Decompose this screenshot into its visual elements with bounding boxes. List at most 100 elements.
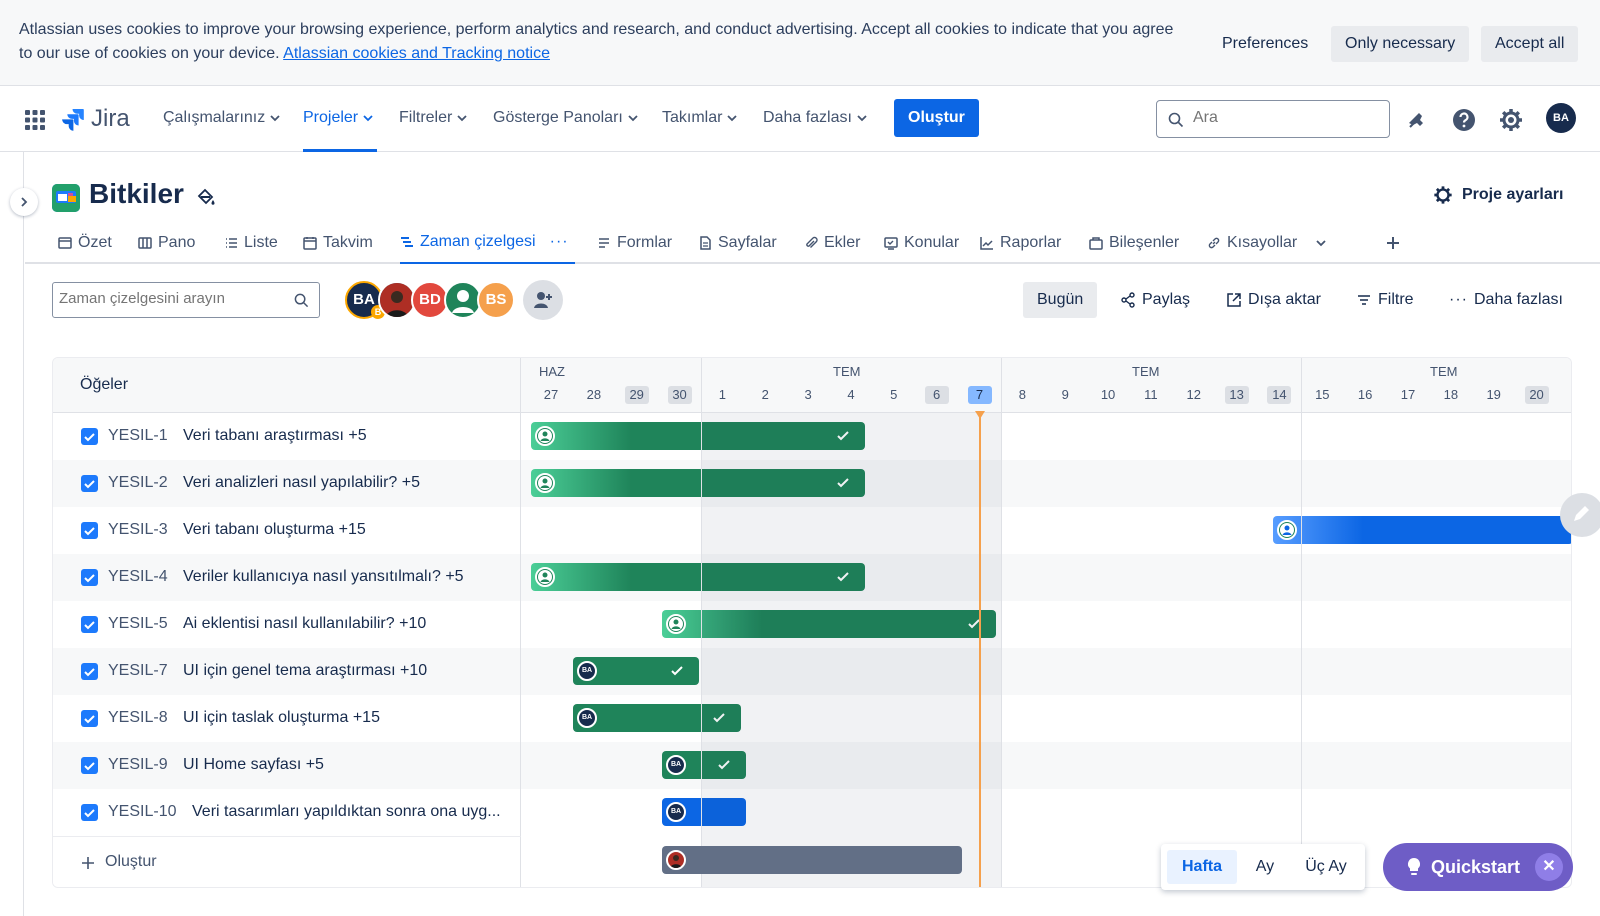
- issue-summary[interactable]: Veri analizleri nasıl yapılabilir? +5: [183, 474, 420, 492]
- zoom-week[interactable]: Hafta: [1167, 850, 1237, 884]
- help-icon[interactable]: [1450, 106, 1478, 134]
- preferences-button[interactable]: Preferences: [1208, 26, 1322, 62]
- share-button[interactable]: Paylaş: [1120, 282, 1190, 318]
- cookie-notice-link[interactable]: Atlassian cookies and Tracking notice: [283, 45, 550, 62]
- nav-more[interactable]: Daha fazlası: [763, 86, 868, 152]
- issue-summary[interactable]: Veriler kullanıcıya nasıl yansıtılmalı? …: [183, 568, 464, 586]
- row-item[interactable]: YESIL-1 Veri tabanı araştırması +5: [53, 413, 521, 460]
- issue-summary[interactable]: UI için genel tema araştırması +10: [183, 662, 427, 680]
- day-label: 17: [1400, 387, 1416, 402]
- search-input[interactable]: [1193, 109, 1383, 127]
- nav-teams[interactable]: Takımlar: [662, 86, 738, 152]
- create-item-row[interactable]: Oluştur: [53, 836, 521, 887]
- filter-button[interactable]: Filtre: [1356, 282, 1414, 318]
- close-icon[interactable]: ✕: [1535, 853, 1563, 881]
- issue-key[interactable]: YESIL-8: [108, 709, 168, 727]
- avatar-filter-bs[interactable]: BS: [477, 281, 515, 319]
- row-item[interactable]: YESIL-9 UI Home sayfası +5: [53, 742, 521, 789]
- row-item[interactable]: YESIL-5 Ai eklentisi nasıl kullanılabilir…: [53, 601, 521, 648]
- tab-board[interactable]: Pano: [138, 222, 195, 264]
- tab-forms[interactable]: Formlar: [597, 222, 672, 264]
- quickstart-button[interactable]: Quickstart ✕: [1383, 843, 1573, 891]
- jira-logo[interactable]: Jira: [61, 105, 130, 132]
- add-people-button[interactable]: [523, 280, 563, 320]
- user-avatar[interactable]: BA: [1546, 103, 1576, 133]
- sidebar-rail: [0, 152, 24, 916]
- row-item[interactable]: YESIL-7 UI için genel tema araştırması +1…: [53, 648, 521, 695]
- create-item-label[interactable]: Oluştur: [105, 853, 157, 871]
- issue-summary[interactable]: Veri tabanı oluşturma +15: [183, 521, 366, 539]
- issue-summary[interactable]: UI Home sayfası +5: [183, 756, 324, 774]
- today-button[interactable]: Bugün: [1023, 282, 1098, 318]
- timeline-bar[interactable]: [1273, 516, 1571, 544]
- row-item[interactable]: YESIL-10 Veri tasarımları yapıldıktan son…: [53, 789, 521, 836]
- items-header-label: Öğeler: [80, 376, 129, 393]
- issue-key[interactable]: YESIL-9: [108, 756, 168, 774]
- month-label: HAZ: [539, 364, 565, 379]
- issue-key[interactable]: YESIL-1: [108, 427, 168, 445]
- only-necessary-button[interactable]: Only necessary: [1331, 26, 1470, 62]
- change-theme-icon[interactable]: [196, 187, 216, 207]
- day-label: 19: [1486, 387, 1501, 402]
- issue-type-checkbox-icon: [81, 804, 98, 821]
- add-tab-button[interactable]: [1385, 222, 1401, 264]
- timeline-bar[interactable]: BA: [573, 657, 699, 685]
- issue-key[interactable]: YESIL-4: [108, 568, 168, 586]
- chevron-down-icon: [269, 112, 281, 124]
- tab-timeline[interactable]: Zaman çizelgesi ···: [400, 222, 575, 264]
- row-item[interactable]: YESIL-4 Veriler kullanıcıya nasıl yansıtı…: [53, 554, 521, 601]
- global-search[interactable]: [1156, 100, 1390, 138]
- plus-icon: [82, 857, 94, 869]
- tab-components[interactable]: Bileşenler: [1089, 222, 1179, 264]
- tab-issues[interactable]: Konular: [884, 222, 959, 264]
- row-item[interactable]: YESIL-2 Veri analizleri nasıl yapılabilir…: [53, 460, 521, 507]
- more-button[interactable]: ··· Daha fazlası: [1449, 282, 1563, 318]
- day-label: 1: [718, 387, 726, 402]
- nav-filters[interactable]: Filtreler: [399, 86, 468, 152]
- bar-avatar: BA: [577, 708, 597, 728]
- tab-pages[interactable]: Sayfalar: [698, 222, 777, 264]
- row-item[interactable]: YESIL-3 Veri tabanı oluşturma +15: [53, 507, 521, 554]
- project-settings-button[interactable]: Proje ayarları: [1432, 184, 1563, 206]
- issue-summary[interactable]: Veri tasarımları yapıldıktan sonra ona u…: [192, 803, 501, 821]
- edit-fab-button[interactable]: [1560, 493, 1600, 537]
- tab-list[interactable]: Liste: [224, 222, 278, 264]
- issue-summary[interactable]: Veri tabanı araştırması +5: [183, 427, 367, 445]
- nav-projects[interactable]: Projeler: [303, 86, 378, 152]
- zoom-quarter[interactable]: Üç Ay: [1293, 850, 1359, 884]
- issue-key[interactable]: YESIL-3: [108, 521, 168, 539]
- nav-your-work[interactable]: Çalışmalarınız: [163, 86, 281, 152]
- accept-all-button[interactable]: Accept all: [1481, 26, 1579, 62]
- issue-summary[interactable]: UI için taslak oluşturma +15: [183, 709, 380, 727]
- timeline-search[interactable]: [52, 282, 320, 318]
- week-divider: [701, 358, 702, 887]
- issue-key[interactable]: YESIL-10: [108, 803, 176, 821]
- export-icon: [1227, 293, 1241, 307]
- tab-summary[interactable]: Özet: [58, 222, 112, 264]
- tab-more-icon[interactable]: ···: [550, 222, 569, 262]
- board-icon: [138, 237, 152, 249]
- issue-key[interactable]: YESIL-2: [108, 474, 168, 492]
- timeline-bar[interactable]: [662, 846, 962, 874]
- create-button[interactable]: Oluştur: [894, 99, 979, 137]
- issue-key[interactable]: YESIL-5: [108, 615, 168, 633]
- timeline-search-input[interactable]: [59, 290, 289, 307]
- row-item[interactable]: YESIL-8 UI için taslak oluşturma +15: [53, 695, 521, 742]
- export-button[interactable]: Dışa aktar: [1226, 282, 1321, 318]
- bar-avatar: [666, 850, 686, 870]
- nav-dashboards[interactable]: Gösterge Panoları: [493, 86, 639, 152]
- sidebar-expand-button[interactable]: [10, 188, 38, 216]
- settings-gear-icon[interactable]: [1497, 106, 1525, 134]
- app-switcher-icon[interactable]: [25, 110, 45, 130]
- tab-reports[interactable]: Raporlar: [980, 222, 1061, 264]
- month-label: TEM: [833, 364, 861, 379]
- zoom-month[interactable]: Ay: [1243, 850, 1287, 884]
- tab-attachments[interactable]: Ekler: [804, 222, 860, 264]
- issue-summary[interactable]: Ai eklentisi nasıl kullanılabilir? +10: [183, 615, 426, 633]
- tab-calendar[interactable]: Takvim: [303, 222, 373, 264]
- notifications-icon[interactable]: [1403, 106, 1431, 134]
- tab-shortcuts[interactable]: Kısayollar: [1207, 222, 1327, 264]
- issue-key[interactable]: YESIL-7: [108, 662, 168, 680]
- add-person-icon: [534, 292, 552, 308]
- unassigned-avatar-icon: [666, 614, 686, 634]
